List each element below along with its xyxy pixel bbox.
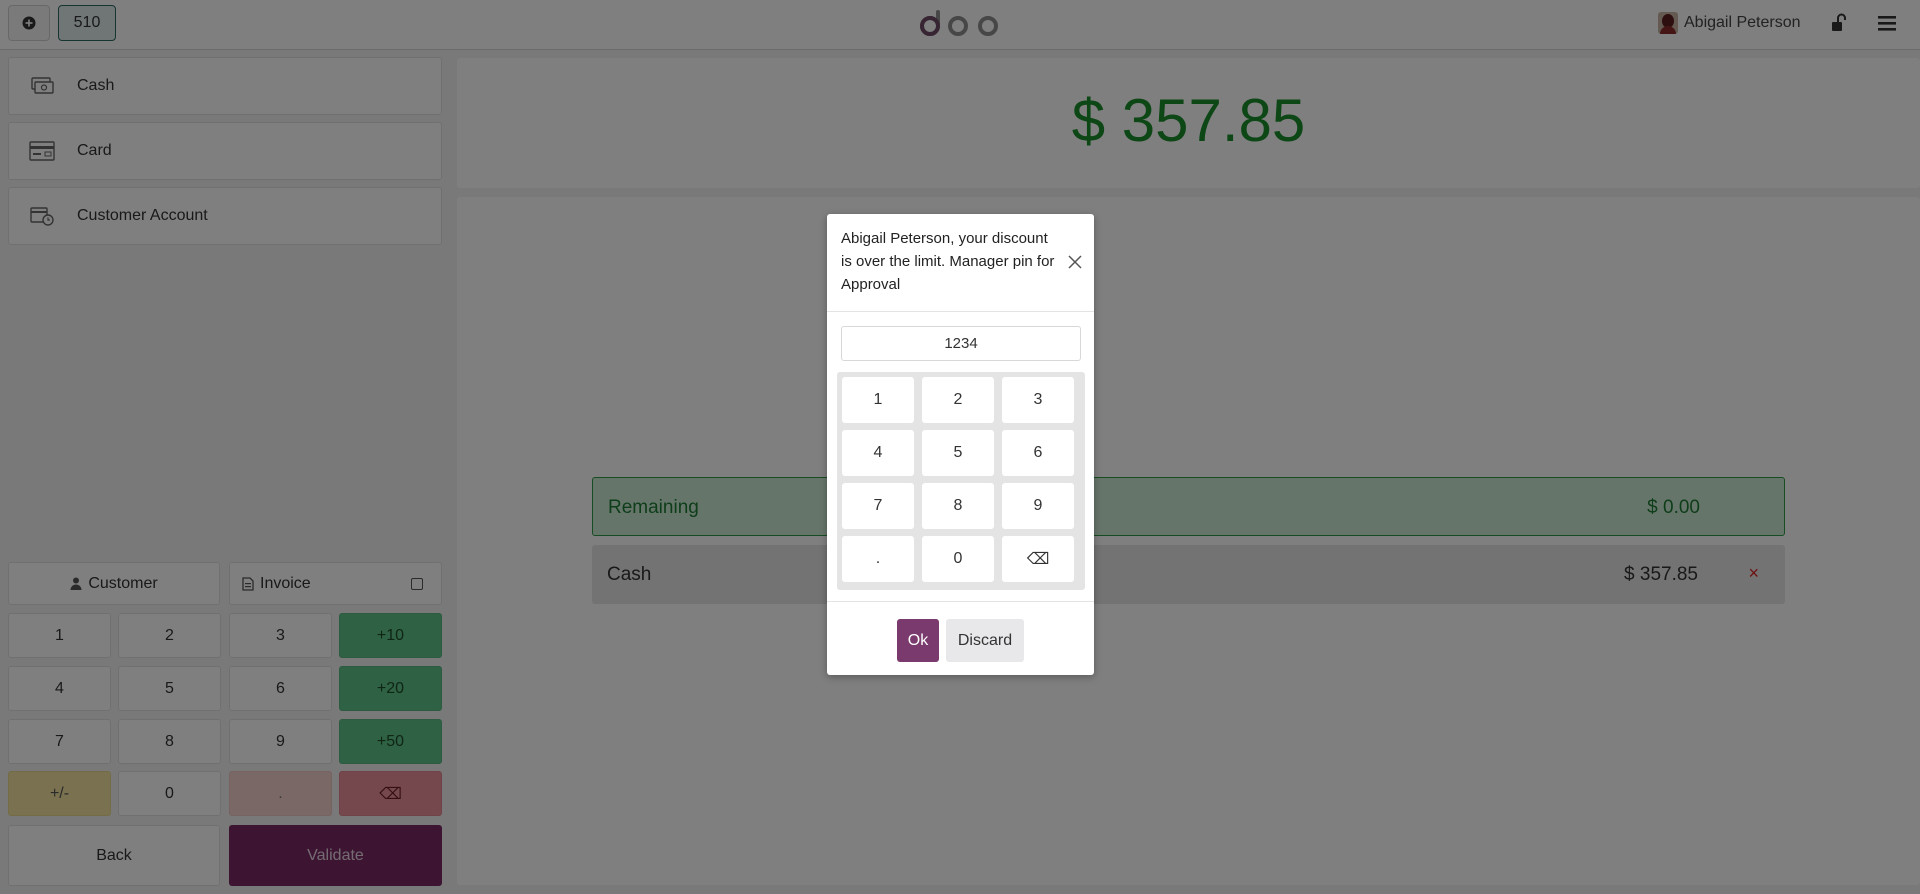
pin-key-2[interactable]: 2 bbox=[922, 377, 994, 423]
pin-key-3[interactable]: 3 bbox=[1002, 377, 1074, 423]
pin-key-decimal[interactable]: . bbox=[842, 536, 914, 582]
pin-key-1[interactable]: 1 bbox=[842, 377, 914, 423]
pin-key-7[interactable]: 7 bbox=[842, 483, 914, 529]
pin-key-8[interactable]: 8 bbox=[922, 483, 994, 529]
pin-key-0[interactable]: 0 bbox=[922, 536, 994, 582]
dialog-title: Abigail Peterson, your discount is over … bbox=[841, 230, 1055, 293]
pin-key-9[interactable]: 9 bbox=[1002, 483, 1074, 529]
pin-key-backspace[interactable]: ⌫ bbox=[1002, 536, 1074, 582]
close-icon[interactable] bbox=[1067, 254, 1083, 270]
discard-button[interactable]: Discard bbox=[946, 619, 1024, 662]
pin-input[interactable] bbox=[841, 326, 1081, 361]
pin-key-5[interactable]: 5 bbox=[922, 430, 994, 476]
pin-key-6[interactable]: 6 bbox=[1002, 430, 1074, 476]
pin-key-4[interactable]: 4 bbox=[842, 430, 914, 476]
manager-pin-dialog: Abigail Peterson, your discount is over … bbox=[827, 214, 1094, 675]
divider bbox=[827, 311, 1094, 312]
divider bbox=[827, 601, 1094, 602]
ok-button[interactable]: Ok bbox=[897, 619, 939, 662]
pin-numpad: 1 2 3 4 5 6 7 8 9 . 0 ⌫ bbox=[837, 372, 1085, 590]
